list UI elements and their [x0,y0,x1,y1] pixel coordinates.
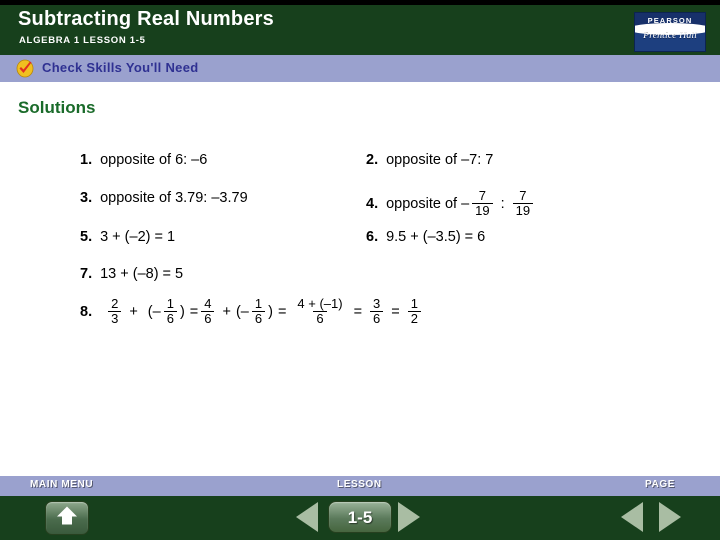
fraction-denominator: 6 [370,310,384,326]
fraction-numerator: 1 [254,296,263,311]
fraction-numerator: 1 [166,296,174,311]
fraction-denominator: 6 [163,310,177,326]
footer-nav-bar: 1-5 [0,496,720,540]
equals-3: = [353,304,363,321]
lesson-next-button[interactable] [398,502,420,532]
fraction-numerator: 7 [478,188,486,203]
fraction-1-2: 1 2 [407,296,421,326]
problem-text: 3 + (–2) = 1 [100,229,176,245]
check-skills-label: Check Skills You'll Need [42,60,199,75]
fraction-3-6: 3 6 [370,296,384,326]
fraction-numerator: 4 + (–1) [297,296,343,311]
problem-number: 7. [80,266,93,282]
problem-7: 7. 13 + (–8) = 5 [80,266,183,282]
fraction-denominator: 2 [407,310,421,326]
problem-text: 9.5 + (–3.5) = 6 [386,229,486,245]
problem-number: 6. [366,229,379,245]
problem-text: opposite of 3.79: –3.79 [100,190,248,206]
fraction-7-19: 7 19 [472,188,493,218]
operator-plus-2: + [222,304,231,321]
solutions-heading: Solutions [18,98,96,117]
problem-number: 8. [80,304,93,321]
lesson-label: LESSON [337,479,382,490]
page-next-button[interactable] [659,502,681,532]
main-menu-label: MAIN MENU [30,479,94,490]
pearson-prentice-hall-logo: PEARSON Prentice Hall [634,12,706,52]
problem-prefix: opposite of – [386,196,470,213]
problem-number: 1. [80,152,93,168]
logo-prentice-hall-text: Prentice Hall [643,30,697,41]
page-label: PAGE [645,479,675,490]
fraction-1-6-b: 1 6 [251,296,266,326]
lesson-number-button[interactable]: 1-5 [328,501,392,533]
equals-1: = [189,304,199,321]
equals-2: = [277,304,287,321]
fraction-4-6: 4 6 [201,296,215,326]
problem-number: 2. [366,152,379,168]
lesson-prev-button[interactable] [296,502,318,532]
main-menu-home-button[interactable] [45,501,89,535]
problem-4: 4. opposite of – 7 19 : 7 19 [366,188,536,218]
fraction-sum-over-6: 4 + (–1) 6 [294,297,345,325]
problem-number: 4. [366,196,379,213]
footer-label-bar: MAIN MENU LESSON PAGE [0,476,720,496]
fraction-denominator: 6 [201,310,215,326]
paren-close-2: ) [268,304,273,321]
fraction-numerator: 4 [204,296,212,311]
paren-open-2: (– [235,304,249,321]
problem-2: 2. opposite of –7: 7 [366,152,493,168]
fraction-denominator: 6 [251,310,266,326]
fraction-denominator: 6 [313,310,327,326]
home-icon [56,506,78,531]
fraction-numerator: 1 [410,296,418,311]
fraction-1-6-a: 1 6 [163,296,177,326]
problem-text: opposite of –7: 7 [386,152,494,168]
fraction-numerator: 3 [373,296,381,311]
page-title: Subtracting Real Numbers [18,8,274,30]
check-badge-icon [16,59,35,78]
colon-separator: : [500,196,505,213]
fraction-numerator: 7 [519,188,527,203]
lesson-subtitle: ALGEBRA 1 LESSON 1-5 [19,35,146,46]
problem-text: opposite of 6: –6 [100,152,208,168]
fraction-numerator: 2 [111,296,119,311]
page-prev-button[interactable] [621,502,643,532]
problem-3: 3. opposite of 3.79: –3.79 [80,190,248,206]
problem-1: 1. opposite of 6: –6 [80,152,207,168]
operator-plus-1: + [129,304,138,321]
paren-close-1: ) [179,304,185,321]
fraction-7-19-answer: 7 19 [512,188,534,218]
slide-content: Solutions 1. opposite of 6: –6 2. opposi… [0,82,720,476]
paren-open-1: (– [147,304,161,321]
problem-text: 13 + (–8) = 5 [100,266,184,282]
equals-4: = [391,304,400,321]
fraction-denominator: 3 [108,310,122,326]
fraction-denominator: 19 [512,202,534,218]
fraction-denominator: 19 [472,202,493,218]
problem-number: 3. [80,190,93,206]
fraction-2-3: 2 3 [108,296,122,326]
problem-6: 6. 9.5 + (–3.5) = 6 [366,229,485,245]
problem-5: 5. 3 + (–2) = 1 [80,229,175,245]
problem-8: 8. 2 3 + (– 1 6 ) = 4 6 + (– 1 6 ) = 4 +… [80,296,424,326]
slide-header: Subtracting Real Numbers ALGEBRA 1 LESSO… [0,5,720,55]
check-skills-banner: Check Skills You'll Need [0,55,720,82]
problem-number: 5. [80,229,93,245]
